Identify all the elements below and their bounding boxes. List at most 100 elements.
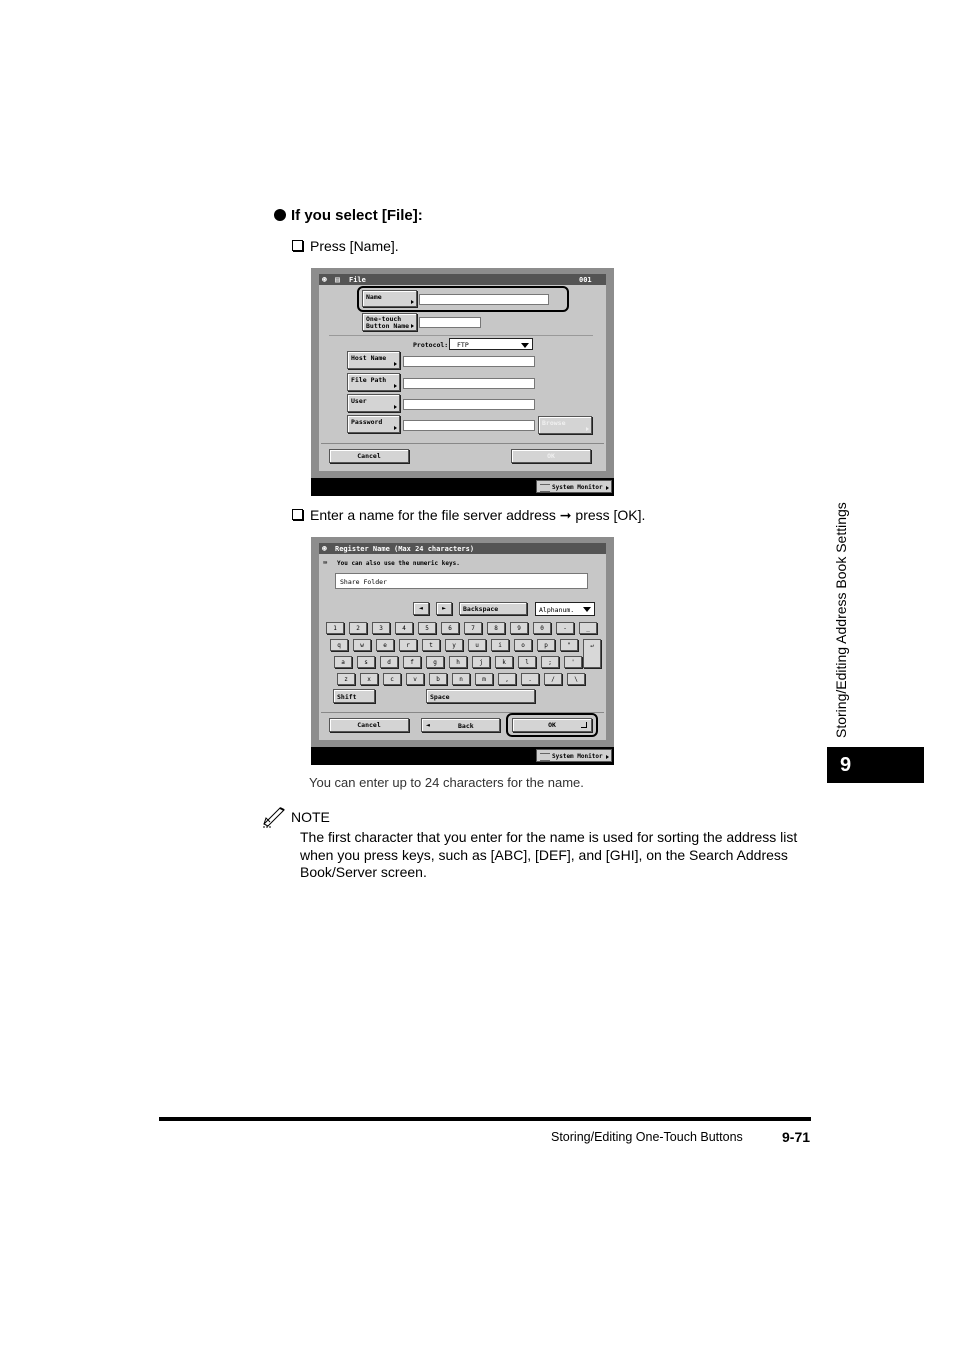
key-row4-10[interactable]: \ (567, 673, 585, 685)
one-touch-button-name-button[interactable]: One-touch Button Name (362, 313, 417, 331)
key-row4-6[interactable]: m (475, 673, 493, 685)
file-screen: ⊛ ▤ File 001 Name One-touch Button Name … (311, 268, 614, 496)
key-row3-7[interactable]: k (495, 656, 513, 668)
key-row2-5[interactable]: y (445, 639, 463, 651)
key-row1-2[interactable]: 3 (372, 622, 390, 634)
arrow-icon (606, 486, 609, 490)
step-enter-name: Enter a name for the file server address… (292, 507, 645, 524)
browse-button[interactable]: Browse (538, 416, 592, 434)
shift-button[interactable]: Shift (333, 689, 375, 703)
key-row2-8[interactable]: o (514, 639, 532, 651)
key-row1-0[interactable]: 1 (326, 622, 344, 634)
key-row1-3[interactable]: 4 (395, 622, 413, 634)
key-row1-9[interactable]: 0 (533, 622, 551, 634)
one-touch-name-field[interactable] (419, 317, 481, 328)
key-row2-2[interactable]: e (376, 639, 394, 651)
arrow-icon (394, 362, 397, 366)
back-button[interactable]: ◄ Back (421, 718, 500, 732)
key-row1-5[interactable]: 6 (441, 622, 459, 634)
cursor-right-button[interactable]: ► (436, 602, 452, 615)
password-button[interactable]: Password (347, 415, 400, 433)
system-monitor-button[interactable]: System Monitor (536, 480, 612, 493)
key-row1-8[interactable]: 9 (510, 622, 528, 634)
ok-button[interactable]: OK (511, 449, 591, 463)
backspace-button[interactable]: Backspace (459, 602, 527, 615)
cursor-left-button[interactable]: ◄ (413, 602, 429, 615)
register-title: Register Name (Max 24 characters) (335, 545, 475, 553)
key-row2-11[interactable]: ↵ (583, 639, 601, 668)
key-row3-0[interactable]: a (334, 656, 352, 668)
key-row4-3[interactable]: v (406, 673, 424, 685)
input-mode-select[interactable]: Alphanum. (535, 602, 595, 616)
arrow-icon (606, 755, 609, 759)
key-row1-11[interactable]: _ (579, 622, 597, 634)
file-path-field[interactable] (403, 378, 535, 389)
key-row4-2[interactable]: c (383, 673, 401, 685)
host-name-field[interactable] (403, 356, 535, 367)
footer-rule (159, 1117, 811, 1121)
user-field[interactable] (403, 399, 535, 410)
key-row4-0[interactable]: z (337, 673, 355, 685)
key-row4-4[interactable]: b (429, 673, 447, 685)
key-row1-4[interactable]: 5 (418, 622, 436, 634)
key-row2-10[interactable]: " (560, 639, 578, 651)
key-row3-6[interactable]: j (472, 656, 490, 668)
key-row3-8[interactable]: l (518, 656, 536, 668)
system-monitor-button[interactable]: System Monitor (536, 749, 612, 762)
key-row3-4[interactable]: g (426, 656, 444, 668)
key-row2-0[interactable]: q (330, 639, 348, 651)
file-path-button[interactable]: File Path (347, 373, 400, 391)
bullet-icon (274, 209, 286, 221)
checkbox-icon (292, 240, 303, 251)
name-input[interactable]: Share Folder (335, 573, 588, 589)
chapter-tab: 9 (827, 747, 924, 783)
key-row1-10[interactable]: - (556, 622, 574, 634)
key-row2-4[interactable]: t (422, 639, 440, 651)
caption-text: You can enter up to 24 characters for th… (309, 775, 584, 790)
key-row1-7[interactable]: 8 (487, 622, 505, 634)
key-row2-3[interactable]: r (399, 639, 417, 651)
key-row4-8[interactable]: . (521, 673, 539, 685)
register-name-screen: ⊛ Register Name (Max 24 characters) ⌨ Yo… (311, 537, 614, 765)
key-row3-2[interactable]: d (380, 656, 398, 668)
key-row4-9[interactable]: / (544, 673, 562, 685)
key-row1-6[interactable]: 7 (464, 622, 482, 634)
key-row4-5[interactable]: n (452, 673, 470, 685)
monitor-icon (540, 484, 550, 492)
register-titlebar: ⊛ Register Name (Max 24 characters) (319, 543, 606, 554)
copy-icon: ⊛ (322, 275, 327, 284)
name-highlight (357, 286, 569, 312)
section-heading: If you select [File]: (274, 207, 423, 224)
protocol-select[interactable]: FTP (449, 338, 533, 350)
key-row2-6[interactable]: u (468, 639, 486, 651)
step-press-name: Press [Name]. (292, 238, 399, 254)
cancel-button[interactable]: Cancel (329, 449, 409, 463)
key-row3-5[interactable]: h (449, 656, 467, 668)
key-row2-7[interactable]: i (491, 639, 509, 651)
arrow-icon (394, 405, 397, 409)
file-titlebar: ⊛ ▤ File 001 (319, 274, 606, 285)
copy-icon: ⊛ (322, 544, 327, 553)
key-row3-10[interactable]: ' (564, 656, 582, 668)
key-row2-9[interactable]: p (537, 639, 555, 651)
key-row3-9[interactable]: ; (541, 656, 559, 668)
user-button[interactable]: User (347, 394, 400, 412)
note-text: The first character that you enter for t… (300, 829, 798, 880)
key-row3-1[interactable]: s (357, 656, 375, 668)
key-row1-1[interactable]: 2 (349, 622, 367, 634)
space-button[interactable]: Space (426, 689, 535, 703)
password-field[interactable] (403, 420, 535, 431)
hint-text: You can also use the numeric keys. (337, 560, 460, 567)
arrow-icon (394, 384, 397, 388)
keyboard-panel: ⌨ You can also use the numeric keys. Sha… (319, 554, 606, 740)
key-row2-1[interactable]: w (353, 639, 371, 651)
chevron-down-icon (521, 343, 529, 348)
host-name-button[interactable]: Host Name (347, 351, 400, 369)
key-row3-3[interactable]: f (403, 656, 421, 668)
key-row4-7[interactable]: , (498, 673, 516, 685)
ok-highlight (506, 713, 598, 737)
back-arrow-icon: ◄ (426, 721, 430, 729)
key-row4-1[interactable]: x (360, 673, 378, 685)
status-bar: System Monitor (311, 478, 614, 496)
cancel-button[interactable]: Cancel (329, 718, 409, 732)
